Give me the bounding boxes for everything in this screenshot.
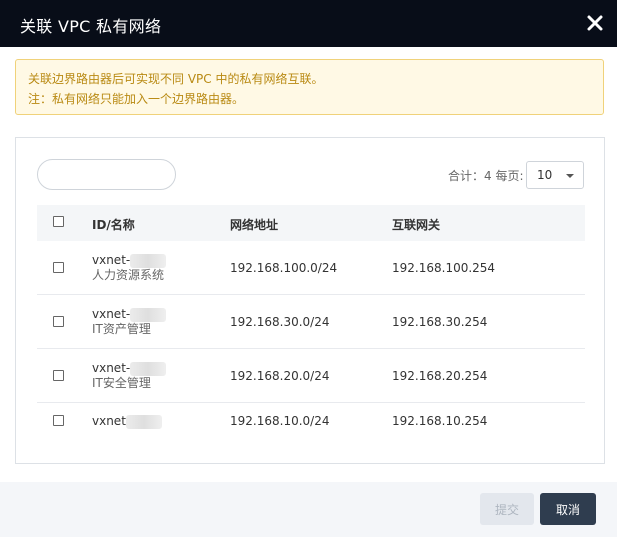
dialog-title: 关联 VPC 私有网络 xyxy=(20,17,162,36)
row-name: IT资产管理 xyxy=(92,322,151,336)
row-id-name: vxnet- IT安全管理 xyxy=(92,361,167,391)
row-checkbox[interactable] xyxy=(53,316,64,327)
table-row[interactable]: vxnet- 人力资源系统 192.168.100.0/24 192.168.1… xyxy=(37,241,585,295)
notice-line-1: 关联边界路由器后可实现不同 VPC 中的私有网络互联。 xyxy=(28,72,324,86)
row-checkbox[interactable] xyxy=(53,415,64,426)
row-name: IT安全管理 xyxy=(92,376,151,390)
row-name: 人力资源系统 xyxy=(92,268,165,282)
row-network: 192.168.10.0/24 xyxy=(230,414,330,428)
table-row[interactable]: vxnet- IT安全管理 192.168.20.0/24 192.168.20… xyxy=(37,349,585,403)
table-header: ID/名称 网络地址 互联网关 xyxy=(37,205,585,241)
pagination-total-label: 合计：4 每页: xyxy=(448,169,524,183)
submit-button[interactable]: 提交 xyxy=(480,493,534,525)
row-gateway: 192.168.100.254 xyxy=(392,261,496,275)
dialog-footer: 提交 取消 xyxy=(0,482,617,537)
row-id: vxnet xyxy=(92,414,126,428)
network-table: ID/名称 网络地址 互联网关 vxnet- 人力资源系统 192.168.10… xyxy=(37,205,585,439)
row-id-name: vxnet xyxy=(92,414,162,429)
chevron-down-icon xyxy=(566,174,574,178)
cancel-button[interactable]: 取消 xyxy=(540,493,596,525)
redacted-id xyxy=(130,253,167,268)
row-network: 192.168.20.0/24 xyxy=(230,369,330,383)
row-id: vxnet- xyxy=(92,361,131,375)
table-row[interactable]: vxnet- IT资产管理 192.168.30.0/24 192.168.30… xyxy=(37,295,585,349)
row-gateway: 192.168.20.254 xyxy=(392,369,488,383)
page-size-value: 10 xyxy=(537,168,553,182)
select-all-checkbox[interactable] xyxy=(53,216,64,227)
redacted-id xyxy=(125,414,162,429)
redacted-id xyxy=(130,361,167,376)
header-gateway: 互联网关 xyxy=(392,218,441,232)
row-id: vxnet- xyxy=(92,307,131,321)
page-size-select[interactable]: 10 xyxy=(526,161,584,189)
row-checkbox[interactable] xyxy=(53,370,64,381)
dialog-header: 关联 VPC 私有网络 xyxy=(0,0,617,47)
close-icon[interactable] xyxy=(583,11,607,35)
row-id: vxnet- xyxy=(92,253,131,267)
table-row[interactable]: vxnet 192.168.10.0/24 192.168.10.254 xyxy=(37,403,585,439)
row-checkbox[interactable] xyxy=(53,262,64,273)
row-id-name: vxnet- IT资产管理 xyxy=(92,307,167,337)
redacted-id xyxy=(130,307,167,322)
notice-line-2: 注：私有网络只能加入一个边界路由器。 xyxy=(28,92,245,106)
search-input[interactable] xyxy=(37,159,176,190)
header-id-name: ID/名称 xyxy=(92,218,135,232)
row-gateway: 192.168.30.254 xyxy=(392,315,488,329)
row-network: 192.168.100.0/24 xyxy=(230,261,338,275)
header-network: 网络地址 xyxy=(230,218,279,232)
row-id-name: vxnet- 人力资源系统 xyxy=(92,253,167,283)
info-notice: 关联边界路由器后可实现不同 VPC 中的私有网络互联。 注：私有网络只能加入一个… xyxy=(15,59,604,115)
network-list-panel: 合计：4 每页: 10 ID/名称 网络地址 互联网关 vxnet- 人力资源系… xyxy=(15,137,605,464)
row-gateway: 192.168.10.254 xyxy=(392,414,488,428)
row-network: 192.168.30.0/24 xyxy=(230,315,330,329)
